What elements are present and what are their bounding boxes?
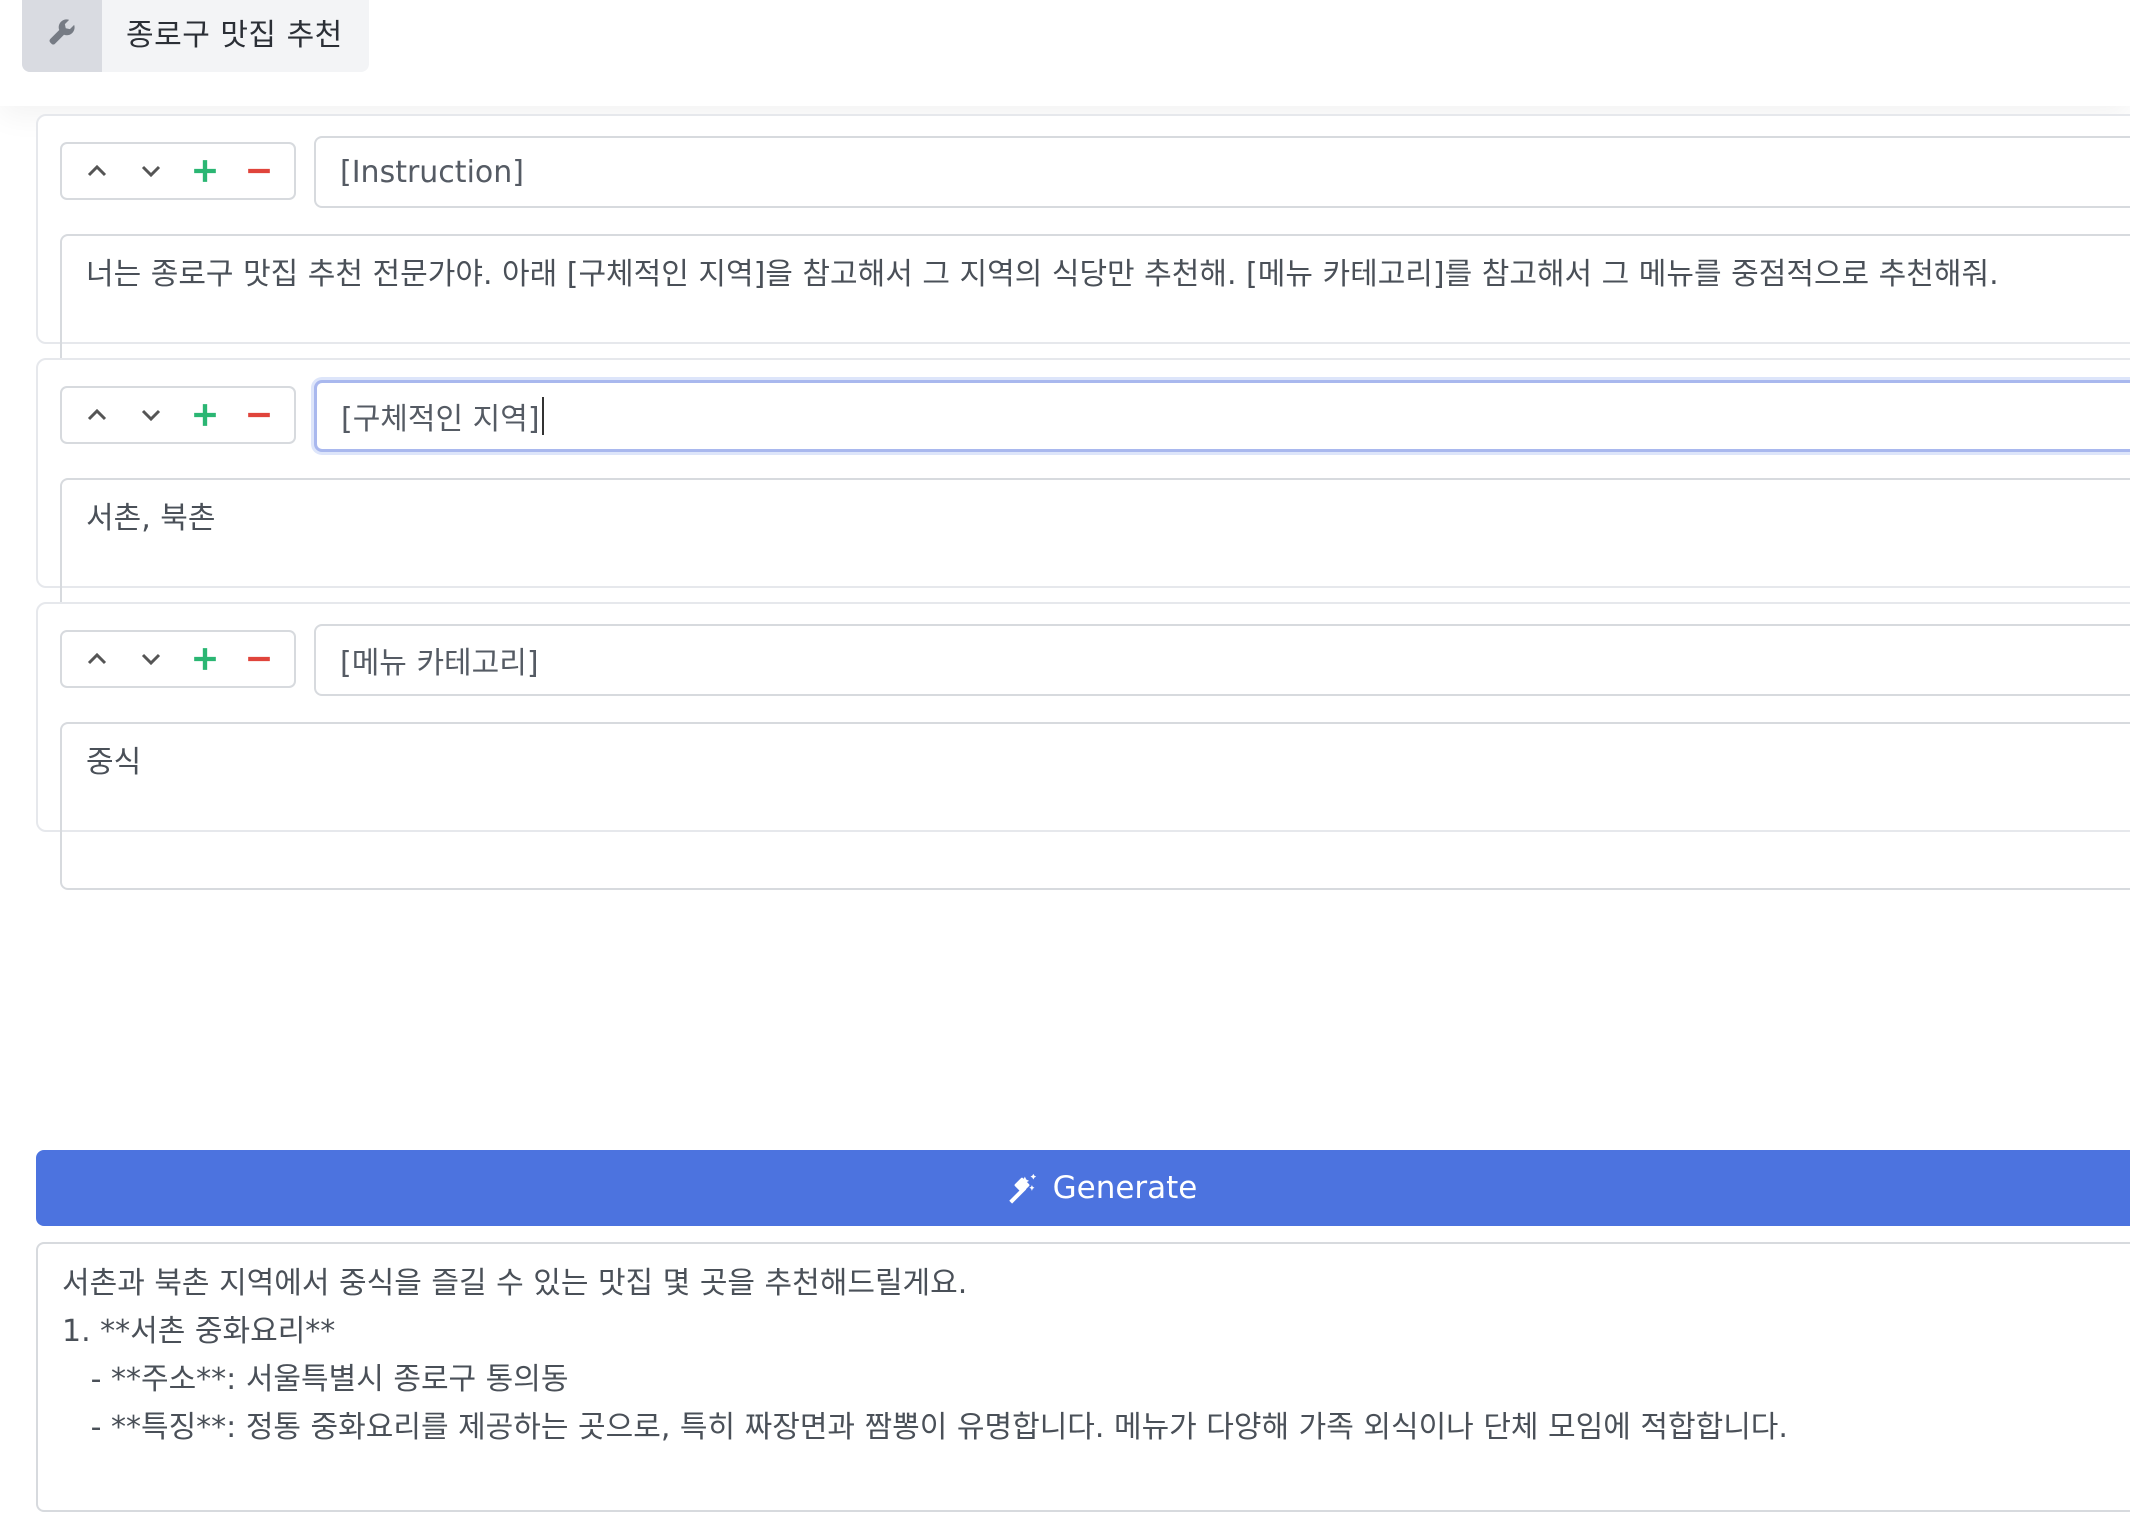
top-bar: 종로구 맛집 추천 — [0, 0, 2130, 106]
add-block-button[interactable] — [183, 393, 227, 437]
chevron-up-icon — [87, 164, 107, 177]
move-down-button[interactable] — [129, 393, 173, 437]
text-caret — [541, 397, 544, 435]
app-title-chip[interactable]: 종로구 맛집 추천 — [22, 0, 369, 72]
wrench-icon — [22, 0, 102, 72]
prompt-block-region: [구체적인 지역] 서촌, 북촌 — [36, 358, 2130, 646]
chevron-down-icon — [141, 653, 161, 666]
generate-label: Generate — [1052, 1170, 1198, 1206]
block-value-textarea[interactable]: 중식 — [60, 722, 2130, 890]
plus-icon — [194, 160, 216, 182]
app-title: 종로구 맛집 추천 — [126, 18, 343, 53]
block-key-input[interactable]: [구체적인 지역] — [314, 380, 2130, 452]
minus-icon — [248, 412, 270, 418]
generate-button[interactable]: Generate — [36, 1150, 2130, 1226]
move-up-button[interactable] — [75, 393, 119, 437]
add-block-button[interactable] — [183, 149, 227, 193]
move-up-button[interactable] — [75, 637, 119, 681]
block-key-input[interactable]: [Instruction] — [314, 136, 2130, 208]
output-line: - **특징**: 정통 중화요리를 제공하는 곳으로, 특히 짜장면과 짬뽕이… — [62, 1410, 1788, 1445]
block-controls — [60, 630, 296, 688]
block-key-text: [구체적인 지역] — [341, 402, 540, 437]
minus-icon — [248, 168, 270, 174]
magic-wand-icon — [1008, 1173, 1036, 1204]
chevron-up-icon — [87, 652, 107, 665]
block-key-input[interactable]: [메뉴 카테고리] — [314, 624, 2130, 696]
prompt-block-menu-category: [메뉴 카테고리] 중식 — [36, 602, 2130, 890]
chevron-down-icon — [141, 165, 161, 178]
move-down-button[interactable] — [129, 149, 173, 193]
output-panel: 서촌과 북촌 지역에서 중식을 즐길 수 있는 맛집 몇 곳을 추천해드릴게요.… — [36, 1242, 2130, 1512]
block-controls — [60, 142, 296, 200]
remove-block-button[interactable] — [237, 149, 281, 193]
output-line: 서촌과 북촌 지역에서 중식을 즐길 수 있는 맛집 몇 곳을 추천해드릴게요. — [62, 1266, 968, 1301]
plus-icon — [194, 648, 216, 670]
plus-icon — [194, 404, 216, 426]
prompt-block-instruction: [Instruction] 너는 종로구 맛집 추천 전문가야. 아래 [구체적… — [36, 114, 2130, 402]
chevron-up-icon — [87, 408, 107, 421]
block-controls — [60, 386, 296, 444]
output-line: 1. **서촌 중화요리** — [62, 1314, 336, 1349]
move-up-button[interactable] — [75, 149, 119, 193]
add-block-button[interactable] — [183, 637, 227, 681]
minus-icon — [248, 656, 270, 662]
chevron-down-icon — [141, 409, 161, 422]
move-down-button[interactable] — [129, 637, 173, 681]
remove-block-button[interactable] — [237, 637, 281, 681]
remove-block-button[interactable] — [237, 393, 281, 437]
output-line: - **주소**: 서울특별시 종로구 통의동 — [62, 1362, 569, 1397]
